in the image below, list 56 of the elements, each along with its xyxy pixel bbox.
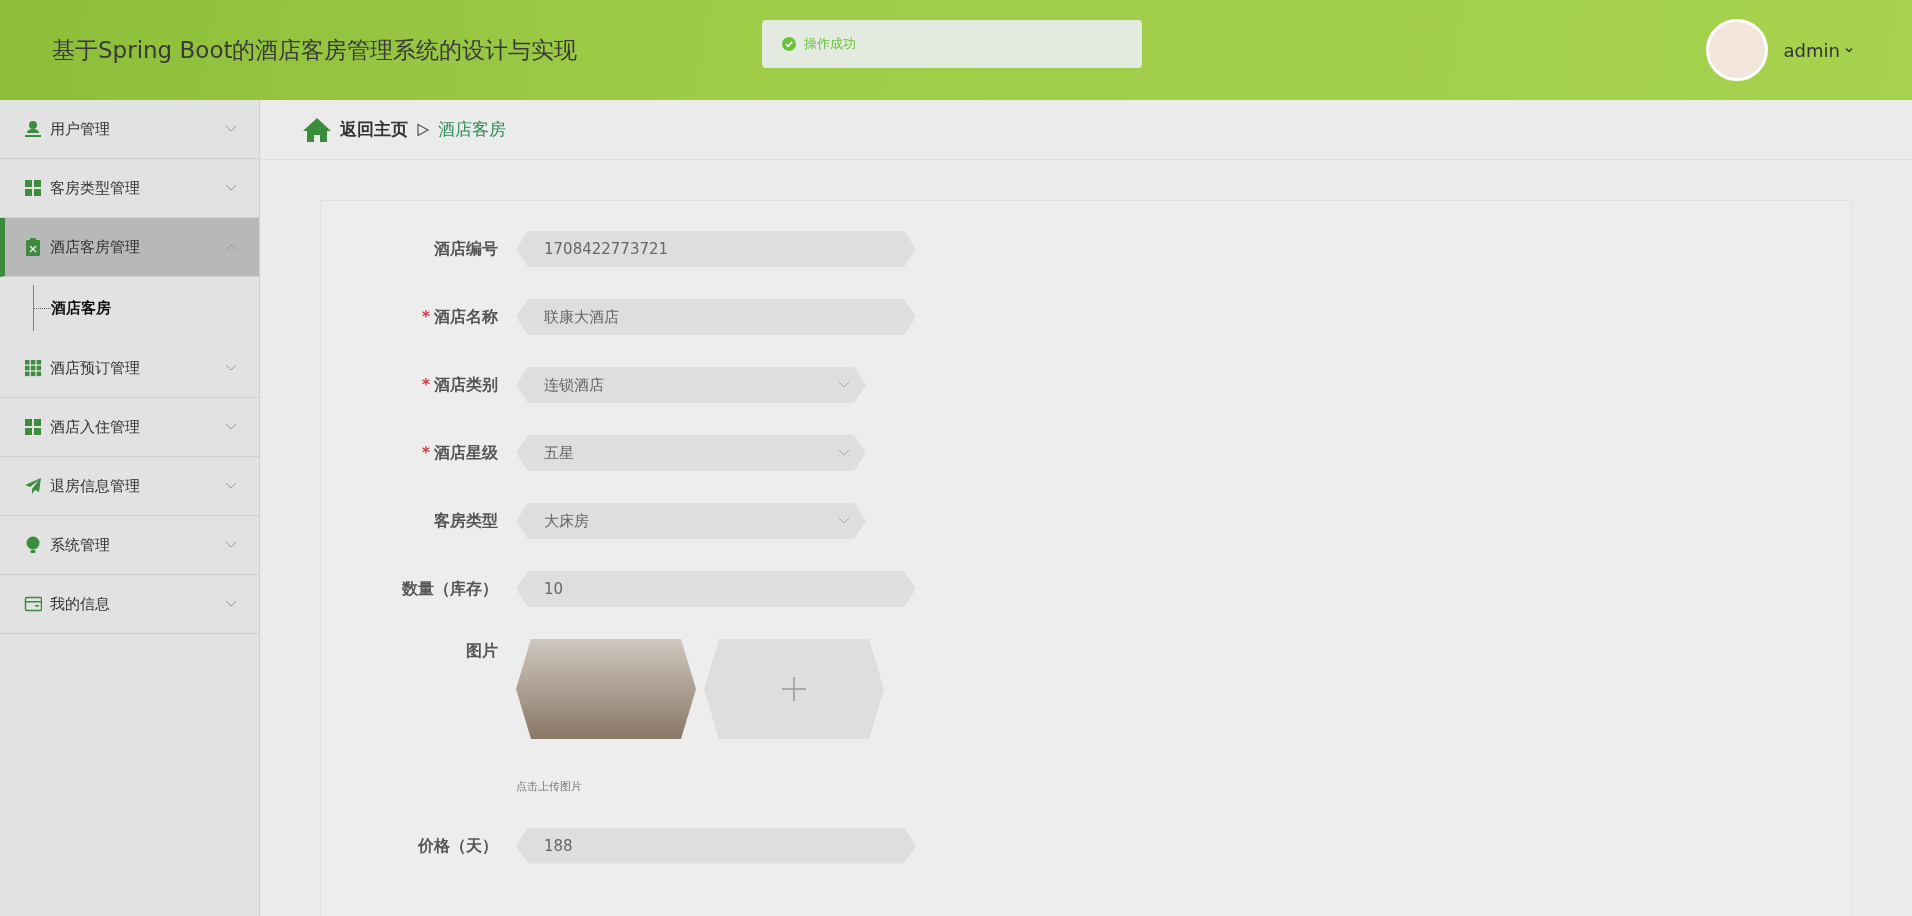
system-title: 基于Spring Boot的酒店客房管理系统的设计与实现 [52,35,578,65]
grid-icon [24,179,42,197]
sidebar-submenu-item[interactable]: 酒店客房 [51,296,111,320]
chevron-down-icon [225,423,237,431]
field-label: 酒店类别 [434,374,498,396]
breadcrumb-current: 酒店客房 [438,117,506,141]
chevron-down-icon [838,517,850,525]
text-field[interactable]: 1708422773721 [516,231,916,267]
sidebar-menu-item[interactable]: 我的信息 [0,575,259,634]
sidebar-menu-item[interactable]: 退房信息管理 [0,457,259,516]
text-field[interactable]: 联康大酒店 [516,299,916,335]
plus-icon [780,675,808,703]
chevron-up-icon [225,243,237,251]
text-field[interactable]: 10 [516,571,916,607]
chevron-down-icon [225,184,237,192]
home-link[interactable]: 返回主页 [340,116,408,143]
field-label: 数量（库存） [402,578,498,600]
triangle-separator-icon [416,122,430,137]
select-field[interactable]: 连锁酒店 [516,367,866,403]
upload-hint: 点击上传图片 [516,779,583,795]
field-label: 酒店星级 [434,442,498,464]
chevron-down-icon [225,364,237,372]
check-circle-icon [782,37,796,51]
field-label: 酒店名称 [434,306,498,328]
sidebar-menu-item[interactable]: 用户管理 [0,100,259,159]
chevron-down-icon [838,449,850,457]
user-icon [24,120,42,138]
lightbulb-icon [24,536,42,554]
sidebar-menu-item[interactable]: 系统管理 [0,516,259,575]
required-asterisk: * [421,374,430,396]
chevron-down-icon [225,482,237,490]
sidebar-menu-item[interactable]: 酒店入住管理 [0,398,259,457]
select-field[interactable]: 大床房 [516,503,866,539]
sidebar-menu-item[interactable]: 酒店客房管理 [0,218,259,277]
toast-message: 操作成功 [804,35,856,54]
chevron-down-icon [225,125,237,133]
card-icon [24,595,42,613]
caret-icon [1844,45,1854,55]
grid-icon [24,418,42,436]
field-label: 图片 [466,640,498,662]
home-icon [302,116,332,143]
user-menu[interactable]: admin [1783,36,1854,64]
chevron-down-icon [225,541,237,549]
field-label: 客房类型 [434,510,498,532]
chevron-down-icon [838,381,850,389]
field-label: 酒店编号 [434,238,498,260]
field-label: 价格（天） [418,834,498,857]
sidebar-menu-item[interactable]: 酒店预订管理 [0,339,259,398]
select-field[interactable]: 五星 [516,435,866,471]
grid-icon [24,359,42,377]
required-asterisk: * [421,442,430,464]
clipboard-icon [24,238,42,256]
required-asterisk: * [421,306,430,328]
paper-plane-icon [24,477,42,495]
chevron-down-icon [225,600,237,608]
text-field[interactable]: 188 [516,827,916,864]
